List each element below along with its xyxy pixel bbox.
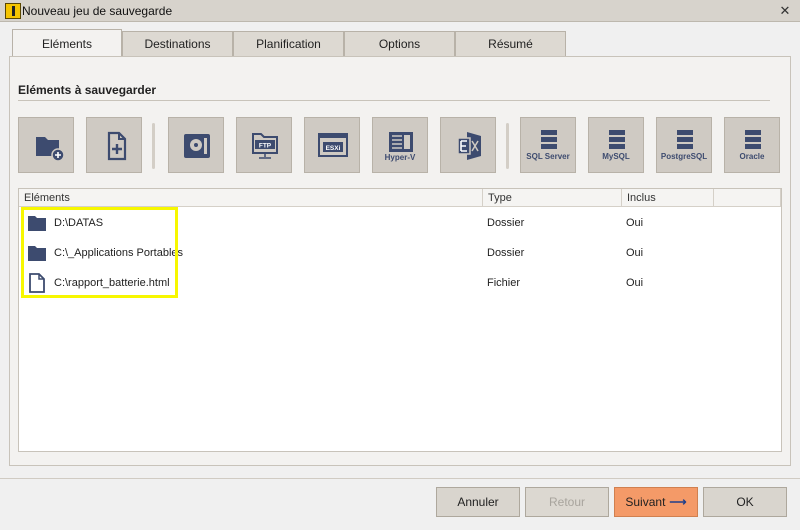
toolbar-separator bbox=[506, 123, 509, 169]
exchange-button[interactable] bbox=[440, 117, 496, 173]
sql-server-button[interactable]: SQL Server bbox=[520, 117, 576, 173]
file-plus-icon bbox=[107, 131, 127, 161]
sql-server-label: SQL Server bbox=[526, 152, 570, 161]
ftp-label: FTP bbox=[259, 143, 272, 150]
database-icon bbox=[745, 130, 761, 149]
database-icon bbox=[609, 130, 625, 149]
tab-options[interactable]: Options bbox=[344, 31, 455, 56]
esxi-icon: ESXi bbox=[318, 133, 348, 157]
section-title: Eléments à sauvegarder bbox=[18, 83, 157, 97]
add-file-button[interactable] bbox=[86, 117, 142, 173]
tab-destinations[interactable]: Destinations bbox=[122, 31, 233, 56]
close-icon[interactable]: ✕ bbox=[770, 0, 800, 22]
column-header-included[interactable]: Inclus bbox=[622, 189, 714, 207]
ok-button[interactable]: OK bbox=[703, 487, 787, 517]
footer-divider bbox=[0, 478, 800, 479]
oracle-label: Oracle bbox=[739, 152, 765, 161]
item-included: Oui bbox=[626, 217, 644, 229]
list-item[interactable]: C:\rapport_batterie.html Fichier Oui bbox=[19, 268, 779, 298]
toolbar-separator bbox=[152, 123, 155, 169]
app-logo-icon bbox=[5, 3, 21, 19]
item-included: Oui bbox=[626, 277, 644, 289]
next-button[interactable]: Suivant ⟶ bbox=[614, 487, 698, 517]
item-included: Oui bbox=[626, 247, 644, 259]
cancel-button[interactable]: Annuler bbox=[436, 487, 520, 517]
oracle-button[interactable]: Oracle bbox=[724, 117, 780, 173]
column-header-type[interactable]: Type bbox=[483, 189, 622, 207]
add-folder-button[interactable] bbox=[18, 117, 74, 173]
item-type: Dossier bbox=[487, 247, 525, 259]
hyper-v-label: Hyper-V bbox=[384, 153, 416, 162]
postgresql-button[interactable]: PostgreSQL bbox=[656, 117, 712, 173]
folder-icon bbox=[28, 216, 46, 231]
ftp-button[interactable]: FTP bbox=[236, 117, 292, 173]
esxi-button[interactable]: ESXi bbox=[304, 117, 360, 173]
elements-list[interactable]: Eléments Type Inclus D:\DATAS Dossier Ou… bbox=[18, 188, 782, 452]
list-item[interactable]: C:\_Applications Portables Dossier Oui bbox=[19, 238, 779, 268]
mysql-label: MySQL bbox=[602, 152, 630, 161]
column-header-elements[interactable]: Eléments bbox=[19, 189, 483, 207]
back-button[interactable]: Retour bbox=[525, 487, 609, 517]
file-icon bbox=[29, 273, 45, 293]
window-title: Nouveau jeu de sauvegarde bbox=[22, 4, 173, 18]
arrow-right-icon: ⟶ bbox=[669, 495, 687, 509]
hyper-v-button[interactable]: Hyper-V bbox=[372, 117, 428, 173]
list-item[interactable]: D:\DATAS Dossier Oui bbox=[19, 208, 779, 238]
database-icon bbox=[677, 130, 693, 149]
title-bar: Nouveau jeu de sauvegarde ✕ bbox=[0, 0, 800, 22]
item-name: D:\DATAS bbox=[54, 217, 104, 229]
esxi-label: ESXi bbox=[326, 145, 341, 152]
tab-resume[interactable]: Résumé bbox=[455, 31, 566, 56]
tab-planification[interactable]: Planification bbox=[233, 31, 344, 56]
disk-image-button[interactable] bbox=[168, 117, 224, 173]
tab-elements[interactable]: Eléments bbox=[12, 29, 122, 58]
section-divider bbox=[18, 100, 770, 101]
item-type: Fichier bbox=[487, 277, 521, 289]
item-name: C:\rapport_batterie.html bbox=[54, 277, 170, 289]
exchange-icon bbox=[457, 132, 481, 160]
postgresql-label: PostgreSQL bbox=[660, 152, 708, 161]
column-header-filler bbox=[714, 189, 781, 207]
folder-icon bbox=[28, 246, 46, 261]
database-icon bbox=[541, 130, 557, 149]
folder-plus-icon bbox=[36, 137, 65, 162]
item-name: C:\_Applications Portables bbox=[54, 247, 184, 259]
mysql-button[interactable]: MySQL bbox=[588, 117, 644, 173]
next-button-label: Suivant bbox=[625, 495, 666, 509]
ftp-icon: FTP bbox=[252, 133, 278, 159]
disk-icon bbox=[184, 134, 210, 158]
item-type: Dossier bbox=[487, 217, 525, 229]
hyperv-icon bbox=[389, 132, 413, 152]
